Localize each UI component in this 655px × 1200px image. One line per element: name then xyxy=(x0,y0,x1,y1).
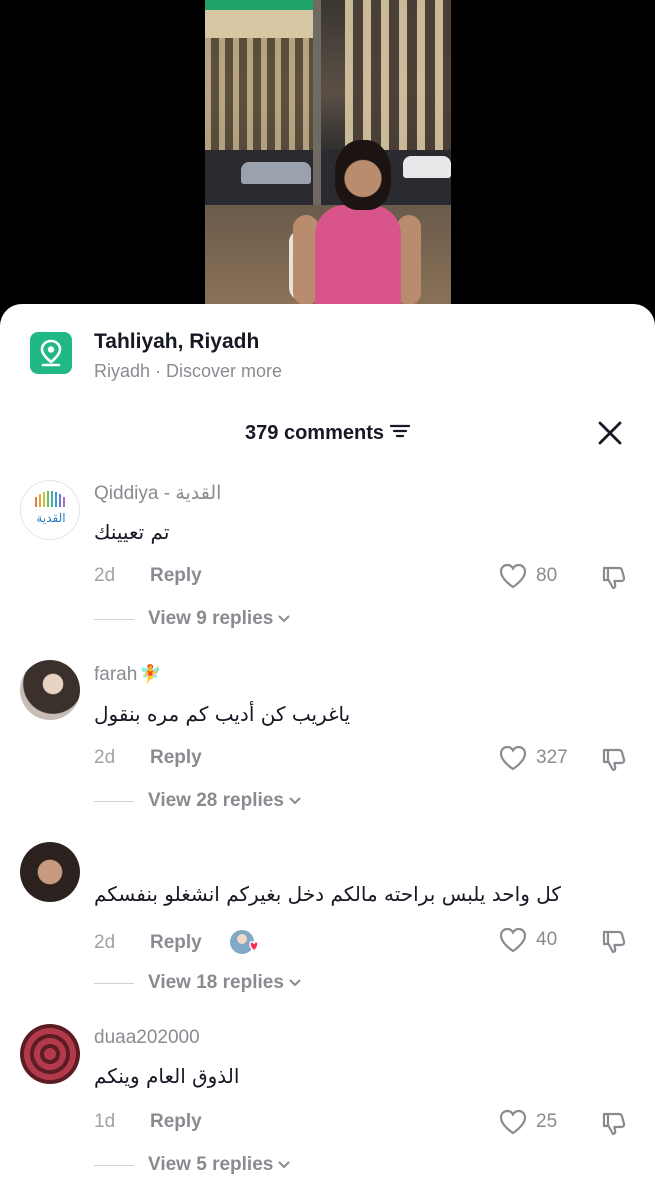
thumbs-down-icon[interactable] xyxy=(600,746,628,779)
comment-text: كل واحد يلبس براحته مالكم دخل بغيركم انش… xyxy=(94,882,561,906)
avatar[interactable] xyxy=(20,1024,80,1084)
avatar[interactable] xyxy=(20,842,80,902)
reply-button[interactable]: Reply xyxy=(150,931,202,955)
comment-time: 2d xyxy=(94,565,116,586)
view-replies-label: View 5 replies xyxy=(148,1154,274,1175)
view-replies-button[interactable]: View 5 replies xyxy=(94,1154,291,1176)
like-count: 80 xyxy=(536,565,558,586)
chevron-down-icon xyxy=(289,797,301,805)
location-row[interactable]: Tahliyah, Riyadh Riyadh · Discover more xyxy=(30,330,282,382)
reply-button[interactable]: Reply xyxy=(150,1110,202,1134)
comment-username[interactable]: Qiddiya - القدية xyxy=(94,482,221,506)
building-right xyxy=(345,0,451,150)
comment-username: farah xyxy=(94,664,138,685)
like-count: 40 xyxy=(536,929,558,950)
divider xyxy=(94,982,134,984)
creator-liked-avatar xyxy=(228,928,262,958)
like-button[interactable]: 80 xyxy=(498,562,557,590)
reply-button[interactable]: Reply xyxy=(150,564,202,588)
comment-text: ياغريب كن أديب كم مره بنقول xyxy=(94,702,351,726)
heart-icon xyxy=(499,927,527,953)
chevron-down-icon xyxy=(278,615,291,623)
comment-text: الذوق العام وينكم xyxy=(94,1064,240,1088)
view-replies-label: View 18 replies xyxy=(148,972,284,993)
person-head xyxy=(335,140,391,210)
heart-icon xyxy=(499,745,527,771)
heart-icon xyxy=(499,1109,527,1135)
comment-username-row[interactable]: farah 🧚 xyxy=(94,662,162,687)
chevron-down-icon xyxy=(278,1161,291,1169)
avatar[interactable] xyxy=(20,660,80,720)
location-subtitle[interactable]: Riyadh · Discover more xyxy=(94,360,282,382)
avatar-logo-text: القدية xyxy=(36,511,66,525)
comment-meta: 2d Reply xyxy=(94,564,202,588)
comment-time: 2d xyxy=(94,747,116,768)
view-replies-button[interactable]: View 9 replies xyxy=(94,608,291,630)
comments-count-label: 379 comments xyxy=(245,422,384,444)
close-icon[interactable] xyxy=(597,420,623,446)
like-button[interactable]: 25 xyxy=(498,1108,557,1136)
thumbs-down-icon[interactable] xyxy=(600,928,628,961)
divider xyxy=(94,800,134,802)
avatar[interactable]: القدية xyxy=(20,480,80,540)
car xyxy=(241,162,311,184)
person-body xyxy=(315,205,401,305)
like-count: 25 xyxy=(536,1111,558,1132)
comment-meta: 1d Reply xyxy=(94,1110,202,1134)
location-pin-icon xyxy=(30,332,72,374)
filter-icon[interactable] xyxy=(389,418,411,448)
video-area[interactable] xyxy=(0,0,655,310)
comment-time: 2d xyxy=(94,932,116,953)
view-replies-button[interactable]: View 18 replies xyxy=(94,972,302,994)
divider xyxy=(94,1164,134,1166)
comment-text: تم تعيينك xyxy=(94,520,170,544)
view-replies-label: View 28 replies xyxy=(148,790,284,811)
comment-time: 1d xyxy=(94,1111,116,1132)
view-replies-button[interactable]: View 28 replies xyxy=(94,790,302,812)
comment-meta: 2d Reply xyxy=(94,746,202,770)
heart-icon xyxy=(499,563,527,589)
like-count: 327 xyxy=(536,747,568,768)
thumbs-down-icon[interactable] xyxy=(600,564,628,597)
fairy-emoji: 🧚 xyxy=(139,664,162,684)
comment-username[interactable]: duaa202000 xyxy=(94,1026,200,1050)
comment-meta: 2d Reply xyxy=(94,928,262,958)
location-text: Tahliyah, Riyadh Riyadh · Discover more xyxy=(94,330,282,382)
car xyxy=(403,156,451,178)
pole xyxy=(313,0,321,230)
chevron-down-icon xyxy=(289,979,301,987)
comments-count[interactable]: 379 comments xyxy=(245,418,411,448)
like-button[interactable]: 40 xyxy=(498,926,557,954)
thumbs-down-icon[interactable] xyxy=(600,1110,628,1143)
location-title[interactable]: Tahliyah, Riyadh xyxy=(94,330,282,354)
building-left-top xyxy=(205,0,315,38)
view-replies-label: View 9 replies xyxy=(148,608,274,629)
video-thumbnail[interactable] xyxy=(205,0,451,305)
comments-header: 379 comments xyxy=(0,418,655,448)
divider xyxy=(94,618,134,620)
reply-button[interactable]: Reply xyxy=(150,746,202,770)
comments-sheet: Tahliyah, Riyadh Riyadh · Discover more … xyxy=(0,304,655,1200)
like-button[interactable]: 327 xyxy=(498,744,568,772)
